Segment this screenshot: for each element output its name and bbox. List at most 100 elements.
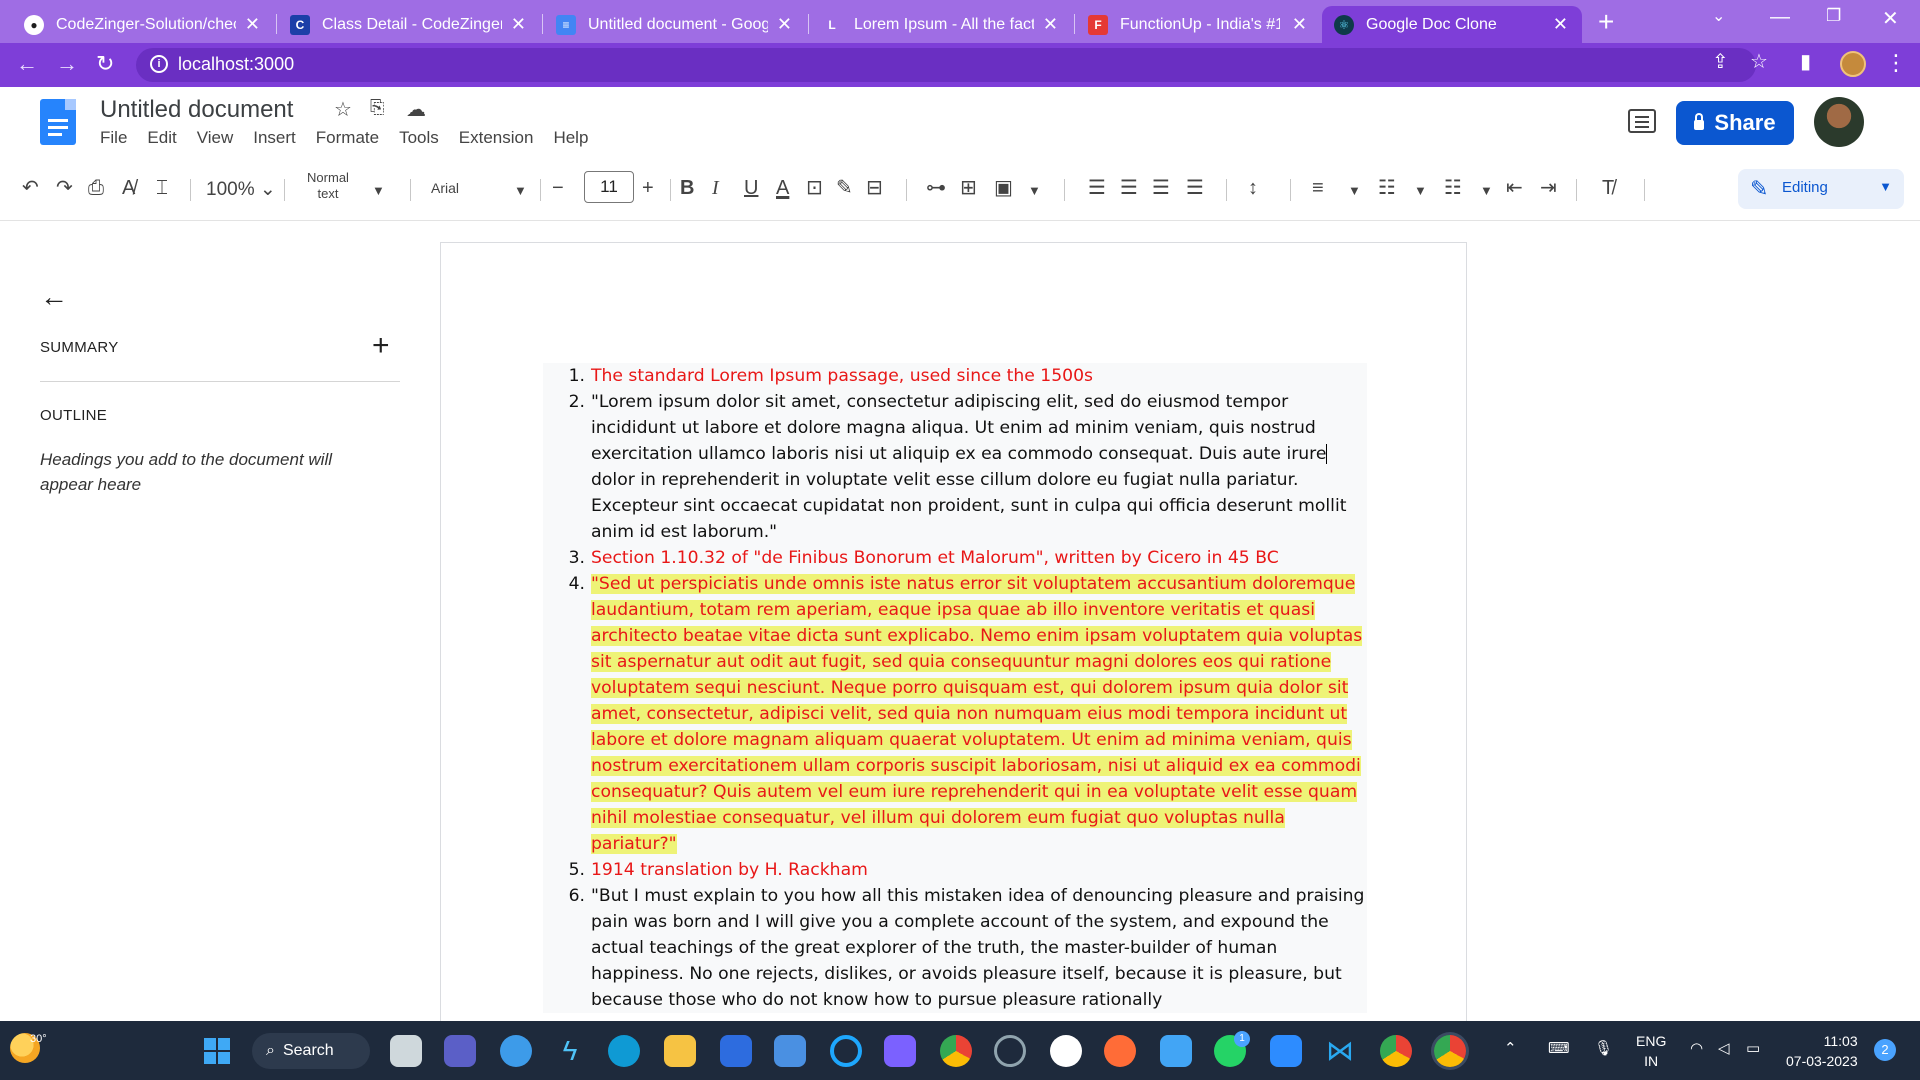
chevron-down-icon[interactable]: ▼	[1348, 180, 1361, 202]
chrome-icon[interactable]	[940, 1035, 972, 1067]
browser-tab[interactable]: ≡ Untitled document - Google ✕	[544, 6, 806, 43]
close-tab-icon[interactable]: ✕	[245, 15, 260, 33]
document-body[interactable]: 1. The standard Lorem Ipsum passage, used…	[543, 363, 1367, 1013]
media-player-icon[interactable]	[884, 1035, 916, 1067]
tab-search-icon[interactable]: ⌄	[1712, 6, 1725, 26]
text-box-icon[interactable]: ⊟	[866, 177, 883, 199]
battery-icon[interactable]: ▭	[1746, 1039, 1760, 1057]
editing-mode-select[interactable]: ✎ Editing ▼	[1738, 169, 1904, 209]
share-button[interactable]: Share	[1676, 101, 1794, 145]
font-select[interactable]: Arial	[431, 180, 459, 196]
list-item[interactable]: 3. Section 1.10.32 of "de Finibus Bonorum…	[543, 545, 1367, 571]
postman-icon[interactable]	[1104, 1035, 1136, 1067]
increase-font-size-button[interactable]: +	[642, 177, 654, 199]
skype-icon[interactable]	[500, 1035, 532, 1067]
highlight-color-icon[interactable]: ⊡	[806, 177, 823, 199]
list-item[interactable]: 5. 1914 translation by H. Rackham	[543, 857, 1367, 883]
file-explorer-icon[interactable]	[664, 1035, 696, 1067]
menu-format[interactable]: Formate	[316, 128, 379, 148]
side-panel-icon[interactable]: ▮	[1800, 49, 1811, 74]
edge-icon[interactable]	[608, 1035, 640, 1067]
url-field[interactable]: i localhost:3000	[136, 48, 1756, 82]
browser-tab-active[interactable]: ⚛ Google Doc Clone ✕	[1322, 6, 1582, 43]
print-icon[interactable]: ⎙	[88, 177, 104, 199]
obs-icon[interactable]	[994, 1035, 1026, 1067]
numbered-list-icon[interactable]: ☷	[1444, 177, 1462, 199]
notification-badge[interactable]: 2	[1874, 1039, 1896, 1061]
system-clock[interactable]: 11:03 07-03-2023	[1786, 1031, 1858, 1071]
microphone-icon[interactable]: 🎙	[1594, 1039, 1613, 1057]
language-indicator[interactable]: ENG IN	[1636, 1031, 1666, 1071]
bold-button[interactable]: B	[680, 177, 694, 199]
move-folder-icon[interactable]: ⎘	[370, 97, 384, 118]
store-icon[interactable]	[720, 1035, 752, 1067]
decrease-indent-icon[interactable]: ⇤	[1506, 177, 1523, 199]
comment-history-icon[interactable]	[1628, 109, 1656, 133]
reload-icon[interactable]: ↻	[96, 52, 114, 76]
document-page[interactable]: 1. The standard Lorem Ipsum passage, used…	[440, 242, 1467, 1042]
share-page-icon[interactable]: ⇪	[1712, 49, 1729, 74]
new-tab-button[interactable]: +	[1598, 8, 1614, 36]
vscode-icon[interactable]: ⋈	[1324, 1035, 1356, 1067]
volume-icon[interactable]: ◁	[1718, 1039, 1730, 1057]
underline-button[interactable]: U	[744, 177, 758, 199]
font-size-input[interactable]: 11	[584, 171, 634, 203]
insert-image-icon[interactable]: ▣	[994, 177, 1013, 199]
menu-file[interactable]: File	[100, 128, 127, 148]
browser-profile-avatar[interactable]	[1840, 51, 1866, 77]
menu-view[interactable]: View	[197, 128, 234, 148]
star-icon[interactable]: ☆	[334, 97, 352, 122]
menu-help[interactable]: Help	[553, 128, 588, 148]
document-title[interactable]: Untitled document	[100, 96, 293, 124]
zoom-icon[interactable]	[1270, 1035, 1302, 1067]
browser-tab[interactable]: L Lorem Ipsum - All the facts ✕	[810, 6, 1072, 43]
close-tab-icon[interactable]: ✕	[777, 15, 792, 33]
show-hidden-icons-icon[interactable]: ⌃	[1504, 1039, 1517, 1057]
menu-extension[interactable]: Extension	[459, 128, 534, 148]
back-arrow-icon[interactable]: ←	[40, 283, 68, 311]
text-color-button[interactable]: A	[776, 177, 789, 199]
close-tab-icon[interactable]: ✕	[1553, 15, 1568, 33]
chevron-down-icon[interactable]: ▼	[1480, 180, 1493, 202]
back-icon[interactable]: ←	[16, 52, 38, 76]
teams-icon[interactable]	[444, 1035, 476, 1067]
align-left-icon[interactable]: ☰	[1088, 177, 1106, 199]
zoom-select[interactable]: 100% ⌄	[206, 178, 276, 201]
line-spacing-icon[interactable]: ↕	[1248, 177, 1258, 199]
photos-icon[interactable]	[1160, 1035, 1192, 1067]
align-right-icon[interactable]: ☰	[1152, 177, 1170, 199]
add-comment-icon[interactable]: ⊞	[960, 177, 977, 199]
wifi-icon[interactable]: ◠	[1690, 1039, 1703, 1057]
italic-button[interactable]: I	[712, 177, 719, 199]
increase-indent-icon[interactable]: ⇥	[1540, 177, 1557, 199]
close-window-button[interactable]: ✕	[1882, 6, 1899, 31]
undo-icon[interactable]: ↶	[22, 177, 39, 199]
menu-edit[interactable]: Edit	[147, 128, 176, 148]
list-item[interactable]: 2. "Lorem ipsum dolor sit amet, consectet…	[543, 389, 1367, 545]
close-tab-icon[interactable]: ✕	[1292, 15, 1307, 33]
taskbar-search[interactable]: ⌕ Search	[252, 1033, 370, 1069]
bookmark-star-icon[interactable]: ☆	[1750, 49, 1768, 74]
docs-logo-icon[interactable]	[40, 99, 76, 145]
bolt-icon[interactable]: ϟ	[554, 1035, 586, 1067]
chrome-profile-icon[interactable]	[1380, 1035, 1412, 1067]
decrease-font-size-button[interactable]: −	[552, 177, 564, 199]
cortana-icon[interactable]	[830, 1035, 862, 1067]
site-info-icon[interactable]: i	[150, 55, 168, 73]
restore-button[interactable]: ❐	[1826, 6, 1841, 26]
justify-icon[interactable]: ☰	[1186, 177, 1204, 199]
clear-formatting-icon[interactable]: T̸	[1602, 177, 1614, 199]
list-item[interactable]: 6. "But I must explain to you how all thi…	[543, 883, 1367, 1013]
redo-icon[interactable]: ↷	[56, 177, 73, 199]
chevron-down-icon[interactable]: ▼	[514, 180, 527, 202]
spellcheck-icon[interactable]: A̸	[122, 177, 135, 199]
list-item[interactable]: 1. The standard Lorem Ipsum passage, used…	[543, 363, 1367, 389]
chevron-down-icon[interactable]: ▼	[372, 180, 385, 202]
minimize-button[interactable]: —	[1770, 6, 1790, 29]
insert-link-icon[interactable]: ⊶	[926, 177, 946, 199]
browser-tab[interactable]: C Class Detail - CodeZinger ✕	[278, 6, 540, 43]
align-center-icon[interactable]: ☰	[1120, 177, 1138, 199]
user-avatar[interactable]	[1814, 97, 1864, 147]
mail-icon[interactable]	[774, 1035, 806, 1067]
chevron-down-icon[interactable]: ▼	[1414, 180, 1427, 202]
